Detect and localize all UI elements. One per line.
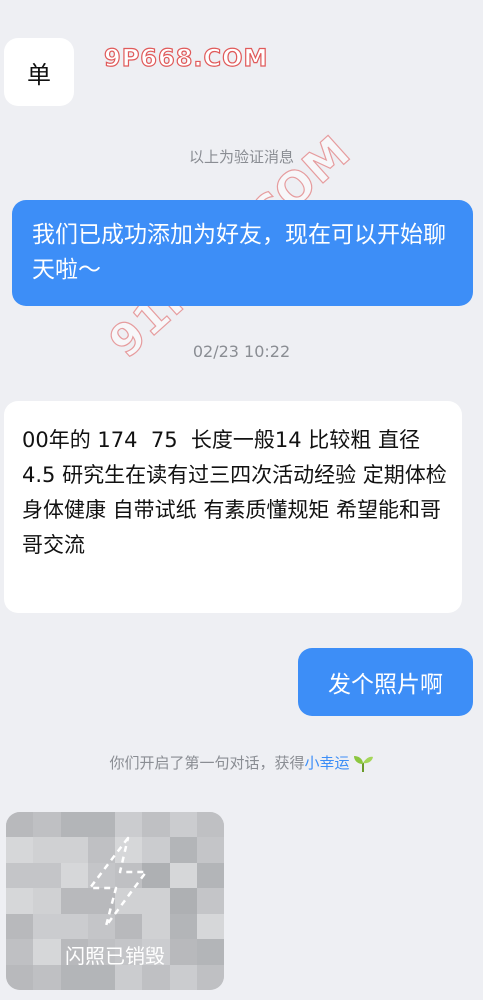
message-bubble-outgoing[interactable]: 我们已成功添加为好友，现在可以开始聊天啦～ bbox=[12, 200, 473, 306]
first-chat-notice-text: 你们开启了第一句对话，获得 bbox=[109, 754, 305, 772]
timestamp: 02/23 10:22 bbox=[192, 342, 291, 361]
message-bubble-outgoing[interactable]: 发个照片啊 bbox=[298, 648, 473, 716]
message-bubble-incoming[interactable]: 单 bbox=[4, 38, 74, 106]
message-text: 00年的 174 75 长度一般14 比较粗 直径4.5 研究生在读有过三四次活… bbox=[22, 428, 454, 557]
sprout-icon bbox=[352, 753, 374, 773]
message-bubble-incoming[interactable]: 00年的 174 75 长度一般14 比较粗 直径4.5 研究生在读有过三四次活… bbox=[4, 401, 462, 613]
first-chat-notice: 你们开启了第一句对话，获得 小幸运 bbox=[0, 752, 483, 773]
message-text: 单 bbox=[27, 60, 51, 89]
lightning-icon bbox=[80, 834, 156, 930]
message-text: 我们已成功添加为好友，现在可以开始聊天啦～ bbox=[32, 222, 446, 283]
lucky-link[interactable]: 小幸运 bbox=[305, 752, 350, 773]
message-text: 发个照片啊 bbox=[328, 672, 443, 698]
watermark-logo: 9P668.COM bbox=[103, 43, 269, 72]
flash-photo-label: 闪照已销毁 bbox=[65, 944, 165, 968]
flash-photo-card[interactable]: 闪照已销毁 bbox=[6, 812, 224, 990]
verify-notice: 以上为验证消息 bbox=[188, 148, 294, 166]
